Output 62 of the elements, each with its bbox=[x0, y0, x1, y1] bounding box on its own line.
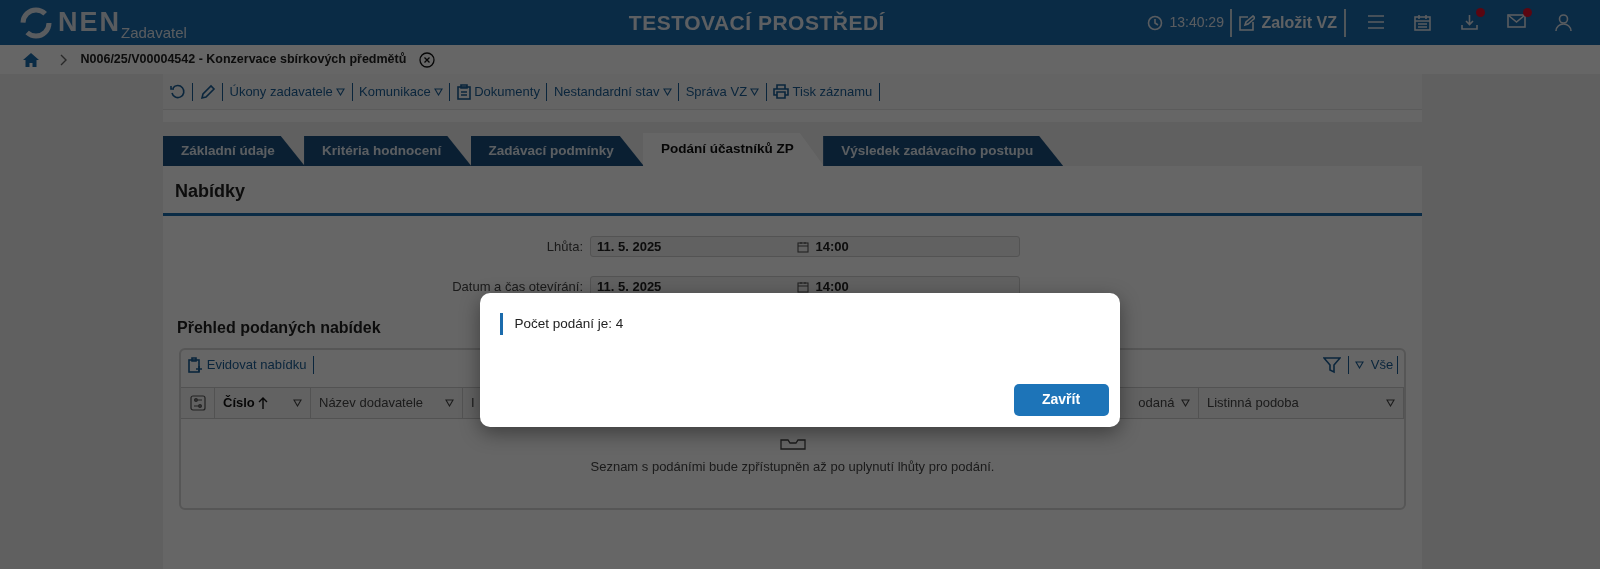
clock-time: 13:40:29 bbox=[1169, 13, 1224, 32]
logo-icon bbox=[19, 6, 52, 39]
refresh-icon[interactable] bbox=[169, 83, 186, 100]
caret-icon bbox=[662, 87, 672, 96]
dialog-message: Počet podání je: 4 bbox=[499, 312, 1101, 335]
toolbar-menu[interactable]: Komunikace bbox=[359, 81, 443, 102]
role-label: Zadavatel bbox=[121, 22, 187, 43]
column-header[interactable]: odaná bbox=[1138, 392, 1175, 413]
caret-icon bbox=[433, 87, 443, 96]
toolbar-menu[interactable]: Správa VZ bbox=[685, 81, 760, 102]
clipboard-icon bbox=[456, 83, 471, 100]
caret-icon bbox=[336, 87, 346, 96]
menu-icon[interactable] bbox=[1366, 13, 1385, 30]
close-button[interactable]: Zavřít bbox=[1013, 383, 1109, 416]
field-label: Lhůta: bbox=[545, 237, 583, 256]
empty-message: Seznam s podáními bude zpřístupněn až po uplynutí lhůty pro podání. bbox=[590, 457, 995, 476]
close-icon[interactable] bbox=[419, 51, 436, 68]
date-time-field[interactable]: 11. 5. 2025 14:00 bbox=[589, 236, 1020, 257]
empty-tray-icon bbox=[779, 438, 806, 450]
pencil-icon[interactable] bbox=[199, 83, 216, 100]
section-title: Nabídky bbox=[163, 166, 1422, 216]
column-header[interactable]: Číslo bbox=[223, 392, 255, 413]
printer-icon bbox=[773, 84, 790, 99]
create-tender-button[interactable]: Založit VZ bbox=[1238, 10, 1337, 35]
caret-icon bbox=[445, 398, 454, 407]
sort-arrow-icon[interactable] bbox=[258, 396, 269, 409]
calendar-icon[interactable] bbox=[1414, 13, 1431, 31]
environment-title: TESTOVACÍ PROSTŘEDÍ bbox=[628, 9, 885, 36]
filter-dropdown[interactable]: Vše bbox=[1355, 355, 1394, 375]
chevron-icon bbox=[59, 53, 68, 66]
caret-icon bbox=[1181, 398, 1190, 407]
user-icon[interactable] bbox=[1555, 13, 1572, 32]
tab[interactable]: Podání účastníků ZP bbox=[643, 133, 824, 166]
column-header[interactable]: Listinná podoba bbox=[1207, 392, 1299, 413]
calendar-icon bbox=[797, 240, 809, 253]
add-offer-link[interactable]: Evidovat nabídku bbox=[187, 355, 307, 375]
clock-icon bbox=[1146, 14, 1163, 31]
caret-icon bbox=[1386, 398, 1395, 407]
toolbar-menu[interactable]: Nestandardní stav bbox=[553, 81, 672, 102]
clipboard-add-icon bbox=[187, 357, 204, 373]
tab[interactable]: Zadávací podmínky bbox=[470, 136, 644, 166]
filter-icon[interactable] bbox=[1323, 356, 1342, 374]
logo-text: NEN bbox=[58, 6, 121, 40]
toolbar-menu[interactable]: Tisk záznamu bbox=[773, 81, 873, 102]
column-settings-icon[interactable] bbox=[189, 394, 206, 411]
download-icon[interactable] bbox=[1461, 13, 1478, 31]
caret-icon bbox=[293, 398, 302, 407]
table-title: Přehled podaných nabídek bbox=[177, 319, 381, 336]
tender-title: N006/25/V00004542 - Konzervace sbírkových předmětů bbox=[80, 51, 407, 69]
toolbar-menu[interactable]: Dokumenty bbox=[456, 81, 540, 102]
home-icon[interactable] bbox=[22, 51, 40, 68]
tab[interactable]: Základní údaje bbox=[163, 136, 305, 166]
column-header[interactable]: Název dodavatele bbox=[319, 392, 424, 413]
tab[interactable]: Výsledek zadávacího postupu bbox=[823, 136, 1064, 166]
caret-icon bbox=[1355, 361, 1365, 369]
tab[interactable]: Kritéria hodnocení bbox=[304, 136, 472, 166]
toolbar-menu[interactable]: Úkony zadavatele bbox=[229, 81, 346, 102]
field-label: Datum a čas otevírání: bbox=[451, 277, 583, 296]
mail-icon[interactable] bbox=[1507, 13, 1526, 28]
calendar-icon bbox=[797, 280, 809, 293]
edit-icon bbox=[1238, 14, 1255, 31]
caret-icon bbox=[750, 87, 760, 96]
